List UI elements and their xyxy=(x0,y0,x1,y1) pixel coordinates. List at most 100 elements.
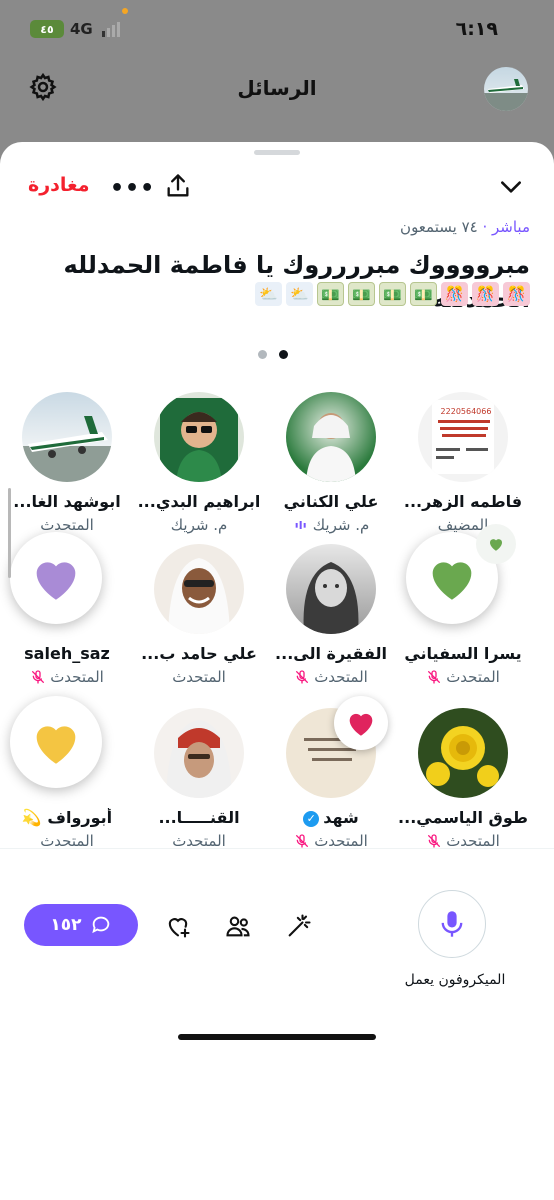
participant-name-text: يسرا السفياني xyxy=(404,644,522,663)
participant-name-text: علي الكناني xyxy=(283,492,379,511)
participant-name-text: saleh_saz xyxy=(24,644,110,663)
avatar[interactable] xyxy=(286,696,388,798)
money-emoji-icon: 💵 xyxy=(317,282,344,306)
participant-name: علي الكناني xyxy=(266,492,396,511)
participant-card[interactable]: القنـــــا... المتحدث xyxy=(132,708,266,858)
recording-indicator-dot xyxy=(122,8,128,14)
participant-role: م. شريك xyxy=(134,516,264,534)
money-emoji-icon: 💵 xyxy=(410,282,437,306)
participant-name: يسرا السفياني xyxy=(398,644,528,663)
avatar[interactable] xyxy=(484,67,528,111)
title-emojis: 🎊 🎊 🎊 💵 💵 💵 💵 ⛅ ⛅ xyxy=(255,282,530,306)
avatar[interactable] xyxy=(154,708,244,798)
money-emoji-icon: 💵 xyxy=(379,282,406,306)
avatar[interactable] xyxy=(286,544,376,634)
participant-name-text: ابراهيم البدي... xyxy=(137,492,261,511)
participant-role: م. شريك xyxy=(266,516,396,534)
participant-card[interactable]: ابوشهد الغا... المتحدث xyxy=(0,392,134,542)
share-icon[interactable] xyxy=(164,172,192,200)
participant-name: ابراهيم البدي... xyxy=(134,492,264,511)
bottom-bar: ١٥٢ الميكروفون يعمل xyxy=(0,850,554,1058)
signal-icon xyxy=(102,22,120,37)
rain-emoji-icon: ⛅ xyxy=(255,282,282,306)
microphone-icon xyxy=(441,911,463,937)
participant-card[interactable]: علي حامد ب... المتحدث xyxy=(132,544,266,694)
people-icon[interactable] xyxy=(224,912,252,940)
participant-name: القنـــــا... xyxy=(134,808,264,827)
participant-role-text: م. شريك xyxy=(312,516,370,534)
participant-card[interactable]: saleh_saz المتحدث xyxy=(0,532,134,694)
more-button[interactable]: ••• xyxy=(110,176,155,201)
rain-emoji-icon: ⛅ xyxy=(286,282,313,306)
battery-level: ٤٥ xyxy=(40,22,54,36)
mic-off-icon xyxy=(296,670,309,684)
scrollbar[interactable] xyxy=(8,488,11,578)
avatar[interactable] xyxy=(406,524,516,634)
participant-role-text: م. شريك xyxy=(170,516,228,534)
chevron-down-icon[interactable] xyxy=(498,174,524,200)
participant-name: saleh_saz xyxy=(2,644,132,663)
participant-card[interactable]: طوق الياسمي... المتحدث xyxy=(396,708,530,858)
leave-button[interactable]: مغادرة xyxy=(28,174,90,196)
avatar[interactable] xyxy=(22,392,112,482)
network-type: 4G xyxy=(70,20,93,38)
avatar[interactable] xyxy=(286,392,376,482)
svg-text:2220564066: 2220564066 xyxy=(441,407,492,416)
participant-name-text: علي حامد ب... xyxy=(141,644,257,663)
page-title: الرسائل xyxy=(237,76,317,100)
participant-name-text: فاطمه الزهر... xyxy=(403,492,523,511)
heart-reaction-icon xyxy=(10,696,102,788)
participant-card[interactable]: أبورواف 💫 المتحدث xyxy=(0,696,134,858)
avatar[interactable] xyxy=(10,696,112,798)
avatar[interactable] xyxy=(418,708,508,798)
avatar[interactable] xyxy=(10,532,112,634)
participant-role-text: المتحدث xyxy=(40,516,94,534)
heart-plus-icon[interactable] xyxy=(164,912,192,940)
space-status: مباشر · ٧٤ يستمعون xyxy=(400,218,530,236)
participant-name: شهد✓ xyxy=(266,808,396,827)
home-indicator[interactable] xyxy=(178,1034,376,1040)
participant-name-text: ابوشهد الغا... xyxy=(13,492,121,511)
participant-name-text: القنـــــا... xyxy=(158,808,240,827)
participant-card[interactable]: 2220564066 فاطمه الزهر... المضيف xyxy=(396,392,530,542)
microphone-button[interactable] xyxy=(418,890,486,958)
participant-name: فاطمه الزهر... xyxy=(398,492,528,511)
verified-badge-icon: ✓ xyxy=(303,810,320,827)
heart-reaction-icon xyxy=(10,532,102,624)
sheet-grabber[interactable] xyxy=(254,150,300,155)
participant-name-text: أبورواف 💫 xyxy=(21,808,113,827)
participant-name: علي حامد ب... xyxy=(134,644,264,663)
money-emoji-icon: 💵 xyxy=(348,282,375,306)
status-bar: ٤٥ 4G ٦:١٩ xyxy=(0,0,554,60)
gift-emoji-icon: 🎊 xyxy=(503,282,530,306)
magic-wand-icon[interactable] xyxy=(285,912,313,940)
avatar[interactable] xyxy=(154,392,244,482)
participant-name: طوق الياسمي... xyxy=(398,808,528,827)
participant-card[interactable]: ابراهيم البدي... م. شريك xyxy=(132,392,266,542)
comments-count: ١٥٢ xyxy=(50,915,82,935)
page-dot[interactable] xyxy=(258,350,267,359)
avatar[interactable] xyxy=(154,544,244,634)
avatar[interactable]: 2220564066 xyxy=(418,392,508,482)
status-separator: · xyxy=(477,218,493,236)
live-label: مباشر xyxy=(492,218,530,236)
participant-card[interactable]: الفقيرة الى... المتحدث xyxy=(264,544,398,694)
participant-name-text: طوق الياسمي... xyxy=(398,808,528,827)
gift-emoji-icon: 🎊 xyxy=(472,282,499,306)
space-toolbar: مغادرة ••• xyxy=(0,170,554,210)
chat-bubble-icon xyxy=(91,916,109,934)
participant-role-text: المتحدث xyxy=(446,668,500,686)
participant-name: الفقيرة الى... xyxy=(266,644,396,663)
page-dot-active[interactable] xyxy=(279,350,288,359)
mic-off-icon xyxy=(428,670,441,684)
participant-name: أبورواف 💫 xyxy=(2,808,132,827)
speaking-bars-icon xyxy=(295,521,306,529)
participant-role: المتحدث xyxy=(398,668,528,686)
participant-role: المتحدث xyxy=(2,516,132,534)
participant-name: ابوشهد الغا... xyxy=(2,492,132,511)
comments-button[interactable]: ١٥٢ xyxy=(24,904,138,946)
participant-card[interactable]: يسرا السفياني المتحدث xyxy=(396,524,530,694)
participant-card[interactable]: شهد✓ المتحدث xyxy=(264,696,398,858)
participant-card[interactable]: علي الكناني م. شريك xyxy=(264,392,398,542)
participant-role: المتحدث xyxy=(266,668,396,686)
